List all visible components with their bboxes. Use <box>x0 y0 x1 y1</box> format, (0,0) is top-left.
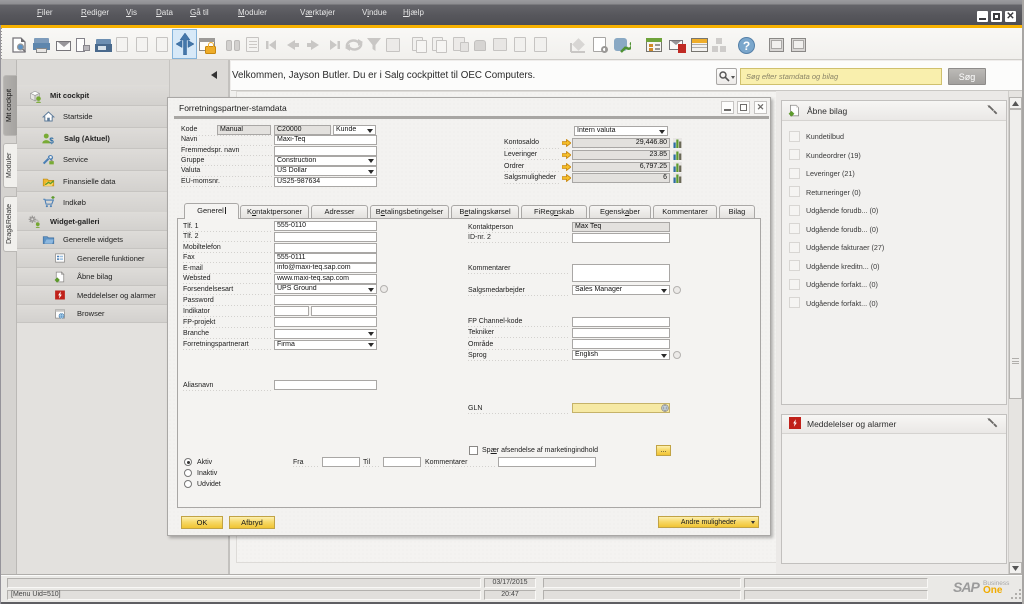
svg-text:$: $ <box>49 136 54 145</box>
